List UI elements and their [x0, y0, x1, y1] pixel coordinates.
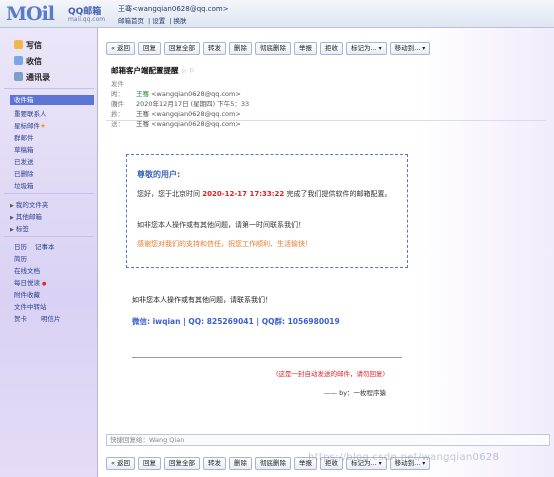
folder-starred[interactable]: 星标邮件★ [14, 120, 46, 130]
folder-sent[interactable]: 已发送 [14, 156, 34, 166]
body-paragraph-2: 如非您本人操作或有其他问题，请第一时间联系我们！ [137, 221, 305, 229]
reply-button[interactable]: 回复 [138, 457, 162, 470]
delete-button[interactable]: 删除 [229, 457, 253, 470]
folder-deleted[interactable]: 已删除 [14, 168, 34, 178]
app-attachment-collection[interactable]: 附件收藏 [14, 289, 40, 299]
watermark: https://blog.csdn.net/wangqian0628 [308, 452, 500, 463]
app-notebook[interactable]: 记事本 [35, 243, 55, 251]
header-links: 邮箱首页 | 设置 | 换肤 [118, 17, 187, 25]
pencil-icon [14, 40, 23, 49]
link-skin[interactable]: 换肤 [174, 17, 187, 25]
back-button[interactable]: « 返回 [106, 457, 136, 470]
sidebar: 写信 收信 通讯录 收件箱 重要联系人 星标邮件★ 群邮件 草稿箱 已发送 已删… [0, 28, 98, 477]
mail-reader: « 返回 回复 回复全部 转发 删除 彻底删除 举报 拒收 标记为... 移动到… [98, 28, 554, 477]
app-calendar[interactable]: 日历 记事本 [14, 241, 55, 251]
signature-divider [132, 357, 402, 358]
user-account: 王骞<wangqian0628@qq.com> [118, 5, 229, 13]
inbox-icon [14, 56, 23, 65]
app-file-transfer[interactable]: 文件中转站 [14, 301, 47, 311]
divider [4, 88, 94, 89]
notice-box: 尊敬的用户: 您好，您于北京时间 2020-12-17 17:33:22 完成了… [126, 154, 408, 268]
forward-button[interactable]: 转发 [203, 457, 227, 470]
reply-button[interactable]: 回复 [138, 42, 162, 55]
contacts-button[interactable]: 通讯录 [14, 72, 50, 83]
body-paragraph-1: 您好，您于北京时间 2020-12-17 17:33:22 完成了我们提供软件的… [137, 190, 392, 198]
quick-reply-input[interactable]: 快捷回复给：Wang Qian [106, 434, 550, 446]
app-online-docs[interactable]: 在线文档 [14, 265, 40, 275]
reject-button[interactable]: 拒收 [320, 42, 344, 55]
auto-send-note: (这是一封自动发送的邮件，请勿回复) [276, 370, 386, 378]
cc-row: 抄 送： 王骞 <wangqian0628@qq.com> [111, 110, 241, 128]
top-bar: MOil QQ邮箱 mail.qq.com 王骞<wangqian0628@qq… [0, 0, 554, 28]
mail-subject: 邮箱客户端配置提醒 ☆ ⚐ [111, 66, 195, 75]
delete-permanently-button[interactable]: 彻底删除 [255, 42, 292, 55]
link-settings[interactable]: 设置 [152, 17, 165, 25]
divider [4, 236, 94, 237]
signature: —— by：一枚程序猿 [324, 389, 387, 397]
group-my-folders[interactable]: ▶ 我的文件夹 [10, 199, 48, 209]
logo-domain: mail.qq.com [68, 16, 106, 23]
compose-button[interactable]: 写信 [14, 40, 42, 51]
star-icon: ★ [40, 122, 46, 130]
link-mail-home[interactable]: 邮箱首页 [118, 17, 144, 25]
star-flag-icon[interactable]: ☆ ⚐ [181, 67, 195, 75]
app-resume[interactable]: 简历 [14, 253, 27, 263]
delete-permanently-button[interactable]: 彻底删除 [255, 457, 292, 470]
group-tags[interactable]: ▶ 标签 [10, 223, 29, 233]
greeting: 尊敬的用户: [137, 170, 181, 179]
app-postcard[interactable]: 明信片 [41, 315, 61, 323]
app-daily-reading[interactable]: 每日悦读 ● [14, 277, 46, 287]
folder-junk[interactable]: 垃圾箱 [14, 180, 34, 190]
expand-icon: ▶ [10, 215, 14, 221]
mark-as-dropdown[interactable]: 标记为... [346, 42, 387, 55]
move-to-dropdown[interactable]: 移动到... [389, 42, 431, 55]
unread-dot-icon: ● [42, 281, 47, 287]
contact-info: 微信: iwqian | QQ: 825269041 | QQ群: 105698… [132, 317, 340, 326]
address-book-icon [14, 72, 23, 81]
folder-inbox[interactable]: 收件箱 [10, 95, 94, 105]
folder-important-contacts[interactable]: 重要联系人 [14, 108, 47, 118]
back-button[interactable]: « 返回 [106, 42, 136, 55]
toolbar-top: « 返回 回复 回复全部 转发 删除 彻底删除 举报 拒收 标记为... 移动到… [106, 42, 431, 56]
forward-button[interactable]: 转发 [203, 42, 227, 55]
expand-icon: ▶ [10, 227, 14, 233]
reply-all-button[interactable]: 回复全部 [164, 457, 201, 470]
receive-button[interactable]: 收信 [14, 56, 42, 67]
divider [4, 193, 94, 194]
report-button[interactable]: 举报 [294, 42, 318, 55]
delete-button[interactable]: 删除 [229, 42, 253, 55]
group-other-mailboxes[interactable]: ▶ 其他邮箱 [10, 211, 42, 221]
expand-icon: ▶ [10, 203, 14, 209]
app-greeting-card[interactable]: 贺卡 明信片 [14, 313, 61, 323]
folder-drafts[interactable]: 草稿箱 [14, 144, 34, 154]
logo[interactable]: MOil [6, 3, 55, 25]
reply-all-button[interactable]: 回复全部 [164, 42, 201, 55]
header-divider [106, 120, 546, 121]
contact-prompt: 如非您本人操作或有其他问题，请联系我们！ [132, 296, 272, 304]
body-paragraph-3: 感谢您对我们的支持和信任，祝您工作顺利、生活愉快！ [137, 240, 312, 248]
folder-group-mail[interactable]: 群邮件 [14, 132, 34, 142]
